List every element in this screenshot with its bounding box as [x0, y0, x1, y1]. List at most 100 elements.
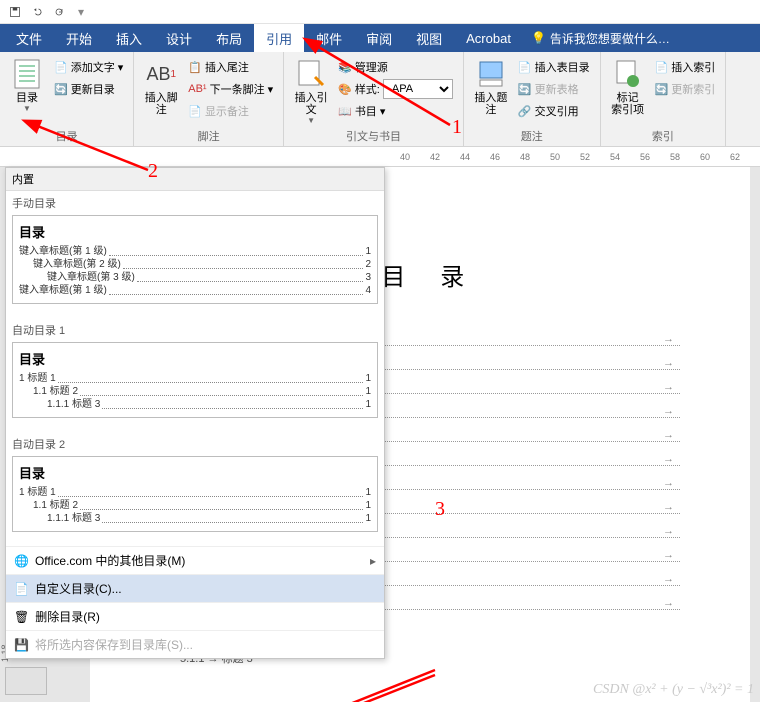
update-table-icon: 🔄	[518, 83, 532, 96]
update-table-label: 更新表格	[535, 81, 579, 97]
tab-mailings[interactable]: 邮件	[304, 24, 354, 52]
qat-dropdown-icon[interactable]: ▾	[72, 3, 90, 21]
insert-caption-label: 插入题注	[470, 92, 512, 116]
tell-me-label: 告诉我您想要做什么…	[550, 30, 670, 47]
preview-line: 1.1 标题 21	[19, 499, 371, 512]
ribbon-tabs: 文件 开始 插入 设计 布局 引用 邮件 审阅 视图 Acrobat 💡 告诉我…	[0, 24, 760, 52]
ruler-tick: 40	[390, 152, 420, 162]
line-page: 2	[365, 258, 371, 271]
annotation-1: 1	[452, 116, 462, 139]
insert-endnote-button[interactable]: 📋插入尾注	[184, 56, 277, 78]
update-icon: 🔄	[54, 83, 68, 96]
group-index-label: 索引	[607, 126, 720, 146]
cross-ref-button[interactable]: 🔗交叉引用	[514, 100, 594, 122]
tab-review[interactable]: 审阅	[354, 24, 404, 52]
figures-icon: 📄	[518, 61, 532, 74]
preview-line: 1.1 标题 21	[19, 385, 371, 398]
caption-icon	[475, 56, 507, 92]
mark-entry-icon	[612, 56, 644, 92]
remove-toc[interactable]: 🗑 删除目录(R)	[6, 602, 384, 630]
custom-toc[interactable]: 📄 自定义目录(C)...	[6, 574, 384, 602]
tab-design[interactable]: 设计	[154, 24, 204, 52]
line-text: 1.1 标题 2	[33, 385, 78, 398]
tell-me[interactable]: 💡 告诉我您想要做什么…	[523, 24, 760, 52]
tab-arrow-icon: →	[663, 405, 680, 417]
chevron-down-icon: ▼	[23, 104, 31, 113]
add-text-label: 添加文字	[71, 59, 115, 75]
add-text-button[interactable]: 📄添加文字 ▾	[50, 56, 127, 78]
page-thumbnail[interactable]	[5, 667, 47, 695]
auto-toc-2-option[interactable]: 自动目录 2 目录 1 标题 111.1 标题 211.1.1 标题 31	[6, 432, 384, 546]
ruler-tick: 62	[720, 152, 750, 162]
tab-layout[interactable]: 布局	[204, 24, 254, 52]
line-text: 1.1 标题 2	[33, 499, 78, 512]
insert-figures-button[interactable]: 📄插入表目录	[514, 56, 594, 78]
tab-arrow-icon: →	[663, 429, 680, 441]
group-index: 标记 索引项 📄插入索引 🔄更新索引 索引	[601, 52, 727, 146]
bibliography-button[interactable]: 📖书目 ▾	[334, 100, 457, 122]
style-dropdown[interactable]: APA	[383, 79, 453, 99]
tab-arrow-icon: →	[663, 501, 680, 513]
update-table-button[interactable]: 🔄更新表格	[514, 78, 594, 100]
tab-arrow-icon: →	[663, 357, 680, 369]
manage-icon: 📚	[338, 61, 352, 74]
ruler-tick: 44	[450, 152, 480, 162]
update-toc-button[interactable]: 🔄更新目录	[50, 78, 127, 100]
tab-arrow-icon: →	[663, 477, 680, 489]
tab-acrobat[interactable]: Acrobat	[454, 24, 523, 52]
line-text: 1 标题 1	[19, 372, 56, 385]
tab-arrow-icon: →	[663, 549, 680, 561]
tab-view[interactable]: 视图	[404, 24, 454, 52]
citation-icon	[295, 56, 327, 92]
next-footnote-label: 下一条脚注	[210, 81, 265, 97]
line-text: 1 标题 1	[19, 486, 56, 499]
toc-label: 目录	[16, 92, 38, 104]
insert-caption-button[interactable]: 插入题注	[470, 56, 512, 116]
more-office-toc[interactable]: 🌐 Office.com 中的其他目录(M) ▸	[6, 546, 384, 574]
mark-entry-button[interactable]: 标记 索引项	[607, 56, 649, 116]
next-footnote-button[interactable]: AB¹下一条脚注 ▾	[184, 78, 277, 100]
save-icon[interactable]	[6, 3, 24, 21]
toc-button[interactable]: 目录 ▼	[6, 56, 48, 113]
xref-label: 交叉引用	[535, 103, 579, 119]
tab-insert[interactable]: 插入	[104, 24, 154, 52]
auto2-title: 自动目录 2	[12, 436, 378, 452]
ab-icon: AB1	[145, 56, 177, 92]
preview-line: 1.1.1 标题 31	[19, 398, 371, 411]
save-selection-toc: 💾 将所选内容保存到目录库(S)...	[6, 630, 384, 658]
tab-file[interactable]: 文件	[4, 24, 54, 52]
lightbulb-icon: 💡	[531, 31, 546, 45]
auto-toc-1-option[interactable]: 自动目录 1 目录 1 标题 111.1 标题 211.1.1 标题 31	[6, 318, 384, 432]
tab-home[interactable]: 开始	[54, 24, 104, 52]
preview-heading: 目录	[19, 349, 371, 368]
line-text: 键入章标题(第 1 级)	[19, 284, 107, 297]
undo-icon[interactable]	[28, 3, 46, 21]
toc-dropdown: 内置 手动目录 目录 键入章标题(第 1 级)1键入章标题(第 2 级)2键入章…	[5, 167, 385, 659]
tab-arrow-icon: →	[663, 597, 680, 609]
manual-toc-option[interactable]: 手动目录 目录 键入章标题(第 1 级)1键入章标题(第 2 级)2键入章标题(…	[6, 191, 384, 318]
thumbnail-rail: 1 18	[5, 657, 65, 695]
dropdown-header: 内置	[6, 168, 384, 191]
preview-line: 1 标题 11	[19, 486, 371, 499]
insert-index-button[interactable]: 📄插入索引	[651, 56, 720, 78]
update-toc-label: 更新目录	[71, 81, 115, 97]
endnote-icon: 📋	[188, 61, 202, 74]
manage-sources-label: 管理源	[355, 59, 388, 75]
update-index-button[interactable]: 🔄更新索引	[651, 78, 720, 100]
line-page: 3	[365, 271, 371, 284]
show-notes-button[interactable]: 📄显示备注	[184, 100, 277, 122]
line-page: 1	[365, 512, 371, 525]
repeat-icon[interactable]	[50, 3, 68, 21]
auto1-preview: 目录 1 标题 111.1 标题 211.1.1 标题 31	[12, 342, 378, 418]
style-select: 🎨样式: APA	[334, 78, 457, 100]
tab-references[interactable]: 引用	[254, 24, 304, 52]
ruler-tick: 52	[570, 152, 600, 162]
preview-line: 键入章标题(第 2 级)2	[19, 258, 371, 271]
toc-icon	[11, 56, 43, 92]
manage-sources-button[interactable]: 📚管理源	[334, 56, 457, 78]
tab-arrow-icon: →	[663, 381, 680, 393]
insert-footnote-button[interactable]: AB1 插入脚注	[140, 56, 182, 116]
ruler: 40 42 44 46 48 50 52 54 56 58 60 62	[0, 147, 760, 167]
ribbon: 目录 ▼ 📄添加文字 ▾ 🔄更新目录 目录 AB1 插入脚注 📋插入尾注 AB¹…	[0, 52, 760, 147]
insert-citation-button[interactable]: 插入引文 ▼	[290, 56, 332, 125]
